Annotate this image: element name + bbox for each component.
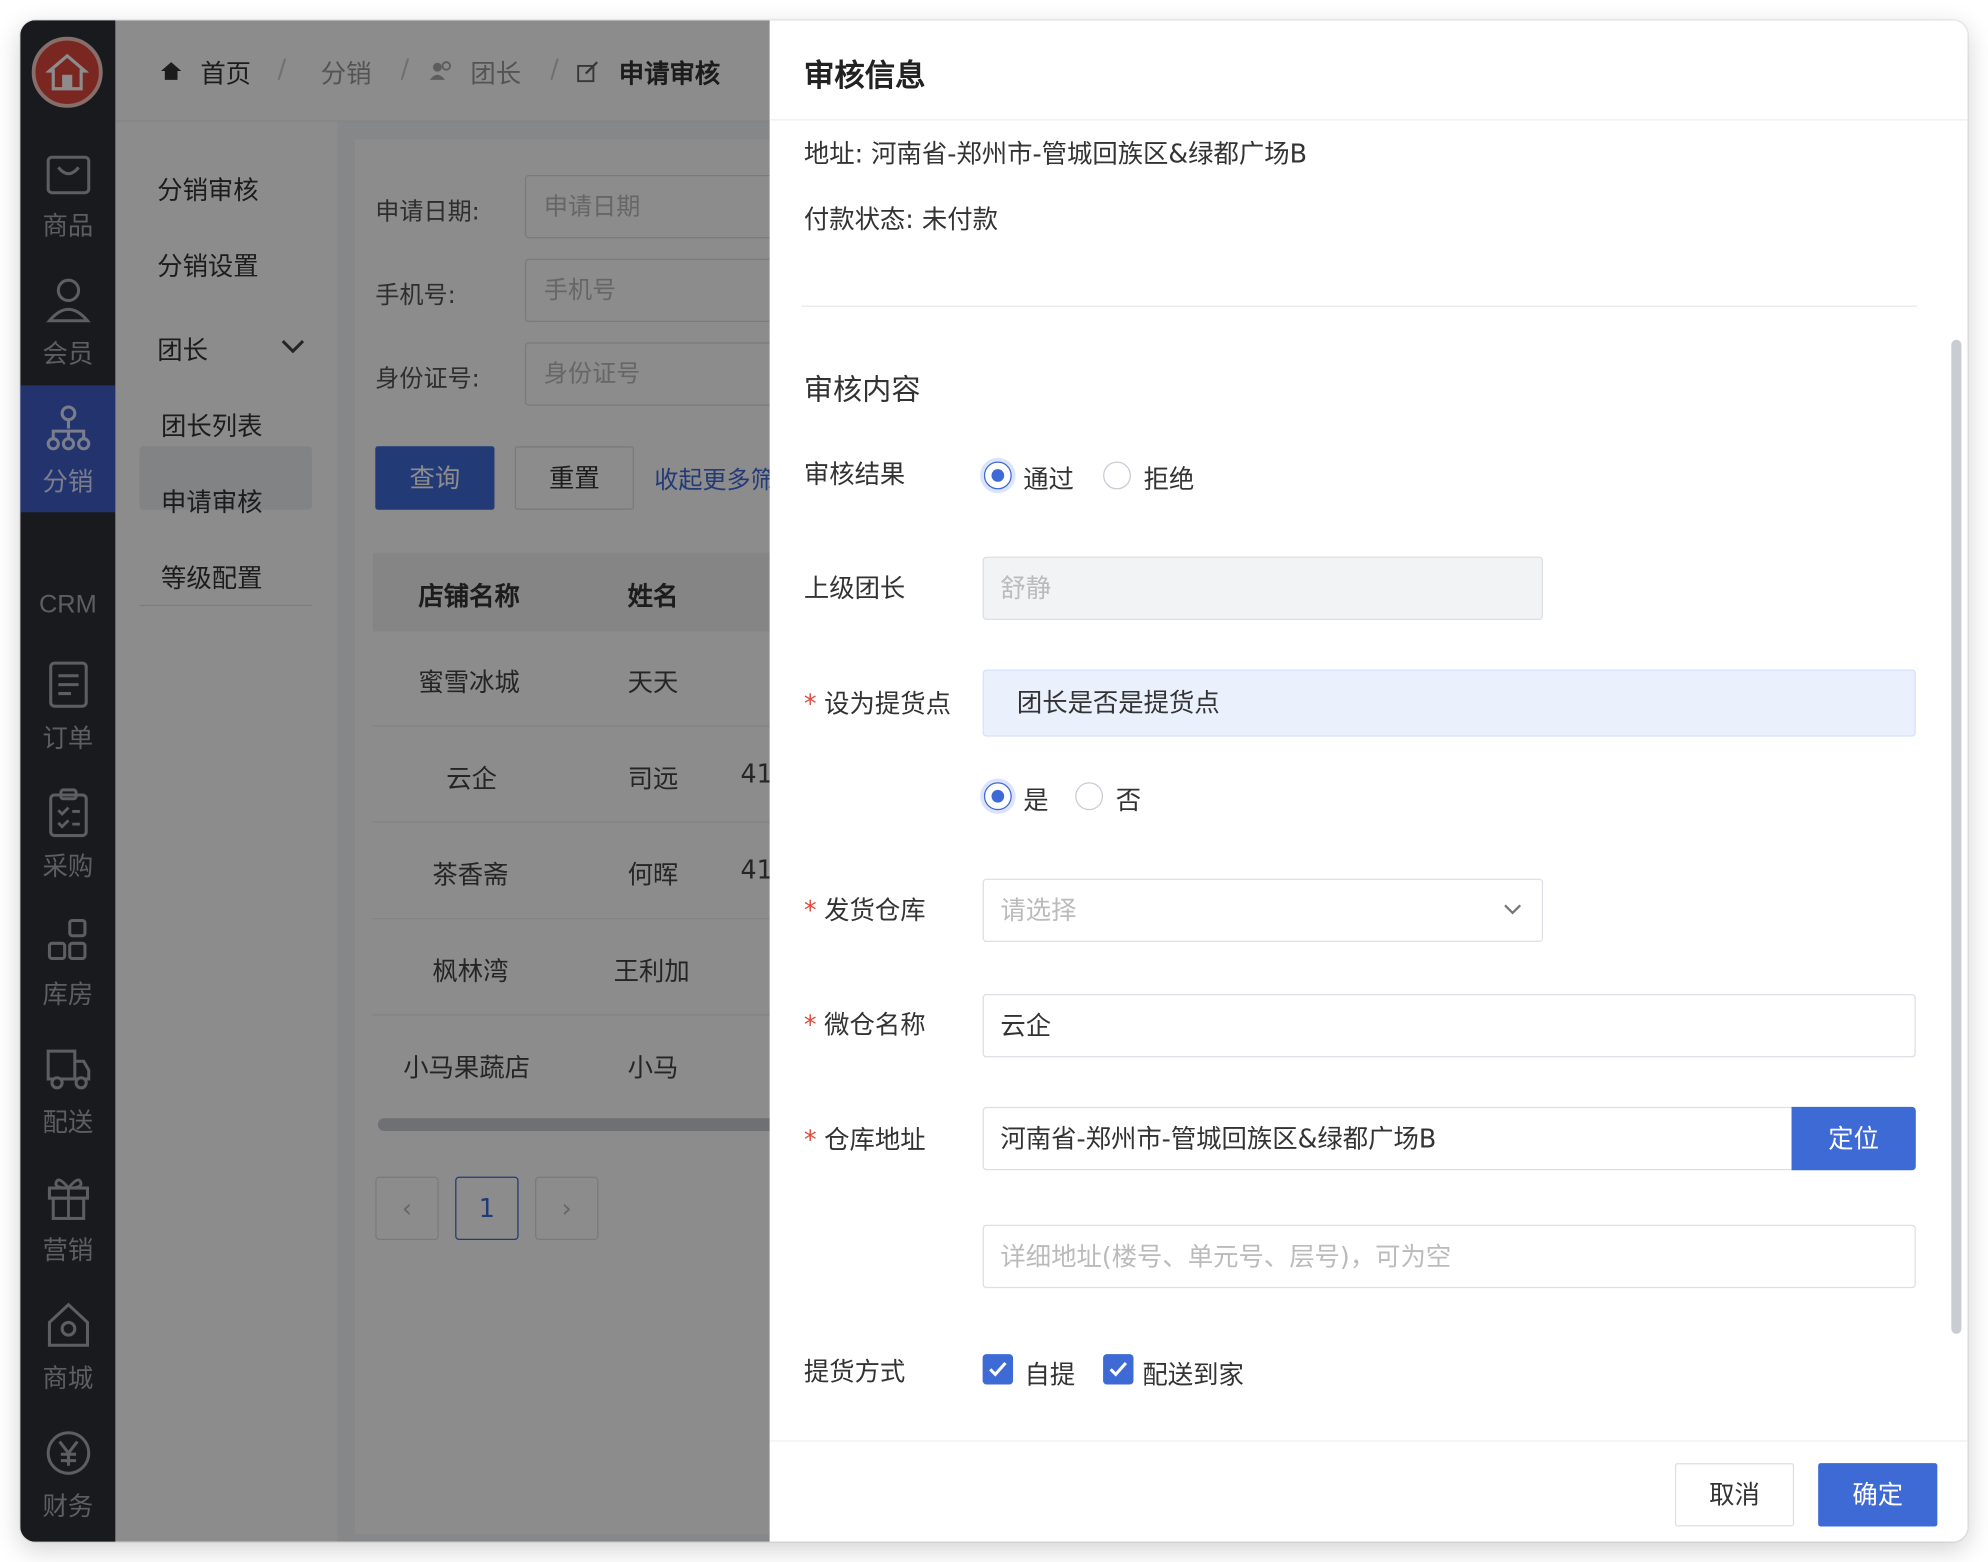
home-delivery-checkbox[interactable] — [1103, 1354, 1134, 1385]
locate-button[interactable]: 定位 — [1791, 1106, 1916, 1171]
parent-leader-input: 舒静 — [982, 556, 1544, 621]
payment-status-text: 付款状态: 未付款 — [803, 204, 998, 235]
check-icon — [989, 1361, 1007, 1377]
required-mark: * — [803, 1124, 817, 1156]
parent-leader-label: 上级团长 — [803, 573, 906, 604]
pickup-yes-label[interactable]: 是 — [1023, 780, 1048, 817]
warehouse-label: * 发货仓库 — [804, 895, 926, 927]
chevron-down-icon — [1504, 904, 1522, 915]
warehouse-address-input[interactable]: 河南省-郑州市-管城回族区&绿都广场B — [982, 1106, 1795, 1171]
result-pass-radio[interactable] — [983, 461, 1012, 490]
result-reject-label[interactable]: 拒绝 — [1144, 459, 1195, 496]
warehouse-address-label-text: 仓库地址 — [824, 1124, 926, 1156]
review-section-title: 审核内容 — [803, 374, 921, 407]
detail-address-input[interactable]: 详细地址(楼号、单元号、层号)，可为空 — [982, 1224, 1916, 1289]
pickup-no-label[interactable]: 否 — [1116, 780, 1141, 817]
home-delivery-label[interactable]: 配送到家 — [1142, 1354, 1243, 1391]
app-window: 商品 会员 分销 CRM 订单 采购 库房 配送 营销 商城 财务 首页 / 分… — [20, 20, 1968, 1542]
pickup-notice: 团长是否是提货点 — [982, 669, 1916, 737]
pickup-yes-radio[interactable] — [983, 782, 1012, 811]
confirm-button[interactable]: 确定 — [1818, 1463, 1938, 1527]
micro-warehouse-label: * 微仓名称 — [804, 1009, 926, 1041]
result-pass-label[interactable]: 通过 — [1023, 459, 1074, 496]
drawer-title: 审核信息 — [803, 58, 926, 94]
required-mark: * — [803, 1009, 817, 1040]
warehouse-label-text: 发货仓库 — [824, 895, 926, 926]
required-mark: * — [803, 688, 817, 719]
drawer-header-divider — [769, 119, 1968, 121]
drawer-vertical-scrollbar[interactable] — [1951, 339, 1962, 1334]
warehouse-select[interactable]: 请选择 — [982, 878, 1544, 943]
section-divider — [801, 305, 1918, 307]
review-result-label: 审核结果 — [803, 458, 906, 490]
pickup-point-label: * 设为提货点 — [804, 688, 956, 720]
drawer-footer-divider — [769, 1440, 1968, 1442]
required-mark: * — [803, 895, 817, 926]
warehouse-select-placeholder: 请选择 — [1000, 895, 1077, 926]
review-drawer: 审核信息 地址: 河南省-郑州市-管城回族区&绿都广场B 付款状态: 未付款 审… — [769, 20, 1968, 1542]
result-reject-radio[interactable] — [1103, 461, 1131, 490]
check-icon — [1109, 1361, 1128, 1377]
micro-warehouse-label-text: 微仓名称 — [824, 1009, 926, 1040]
cancel-button[interactable]: 取消 — [1674, 1463, 1795, 1527]
warehouse-address-label: * 仓库地址 — [804, 1125, 926, 1157]
self-pickup-checkbox[interactable] — [982, 1354, 1014, 1385]
address-text: 地址: 河南省-郑州市-管城回族区&绿都广场B — [803, 138, 1308, 169]
pickup-no-radio[interactable] — [1075, 782, 1104, 811]
pickup-point-label-text: 设为提货点 — [824, 688, 951, 719]
pickup-method-label: 提货方式 — [803, 1356, 906, 1388]
micro-warehouse-input[interactable]: 云企 — [982, 994, 1916, 1058]
self-pickup-label[interactable]: 自提 — [1024, 1354, 1075, 1391]
